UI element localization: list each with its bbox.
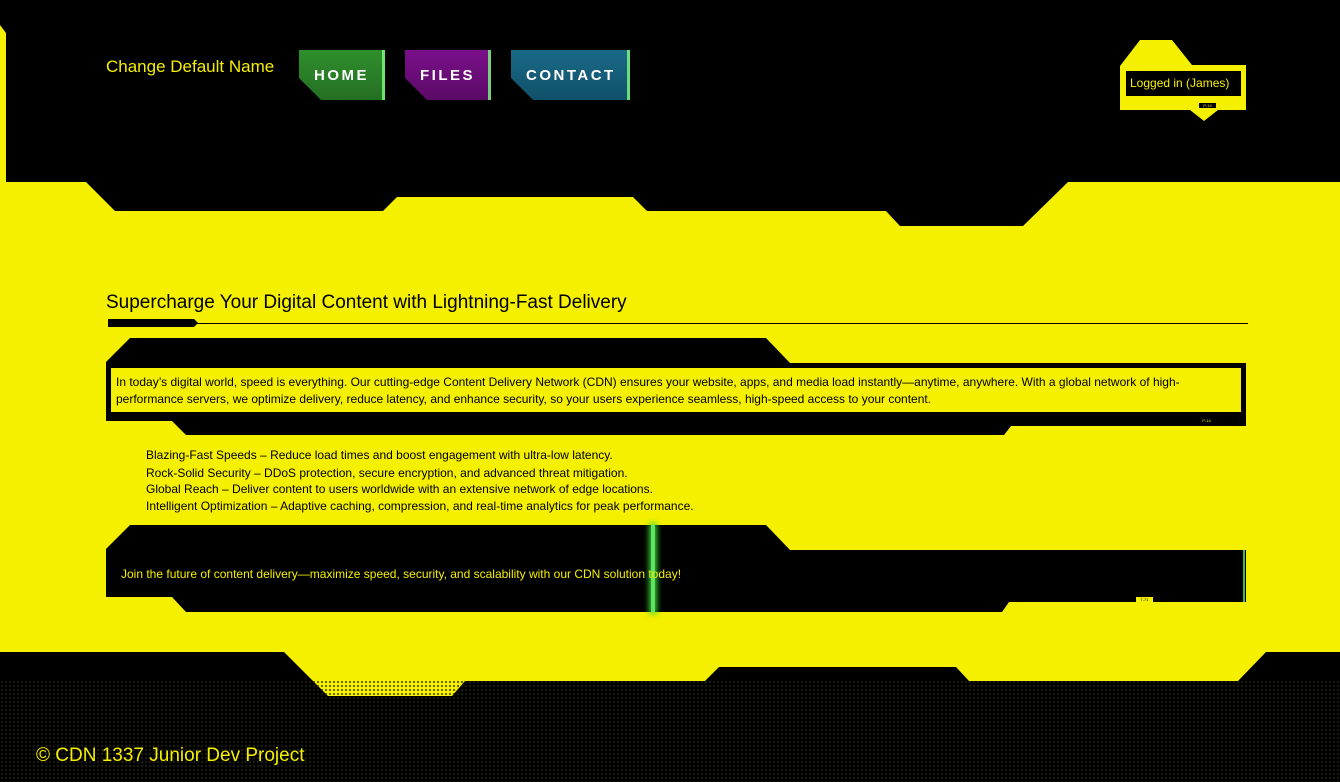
footer-copyright: © CDN 1337 Junior Dev Project (36, 745, 305, 766)
site-name[interactable]: Change Default Name (106, 57, 274, 77)
headline-accent-bar (108, 319, 198, 327)
feature-item: Intelligent Optimization – Adaptive cach… (146, 499, 694, 513)
nav-files-label: FILES (420, 66, 476, 84)
headline-divider (108, 323, 1248, 324)
cta-message: Join the future of content delivery—maxi… (121, 567, 682, 581)
left-edge-decoration (0, 25, 6, 185)
nav-home-label: HOME (314, 66, 369, 84)
intro-tag: P-14 (1197, 418, 1216, 423)
intro-paragraph: In today’s digital world, speed is every… (116, 375, 1180, 406)
login-status[interactable]: Logged in (James) (1126, 71, 1241, 96)
page-headline: Supercharge Your Digital Content with Li… (106, 292, 627, 313)
login-tag: P-14 (1199, 103, 1216, 108)
cta-tag: T-71 (1136, 597, 1153, 602)
nav-contact-label: CONTACT (526, 66, 616, 84)
nav-contact-button[interactable]: CONTACT (511, 50, 630, 100)
feature-item: Blazing-Fast Speeds – Reduce load times … (146, 448, 613, 462)
feature-item: Global Reach – Deliver content to users … (146, 482, 653, 496)
nav-files-button[interactable]: FILES (405, 50, 491, 100)
nav-home-button[interactable]: HOME (299, 50, 385, 100)
main-content-background (0, 182, 1340, 696)
feature-item: Rock-Solid Security – DDoS protection, s… (146, 466, 628, 480)
